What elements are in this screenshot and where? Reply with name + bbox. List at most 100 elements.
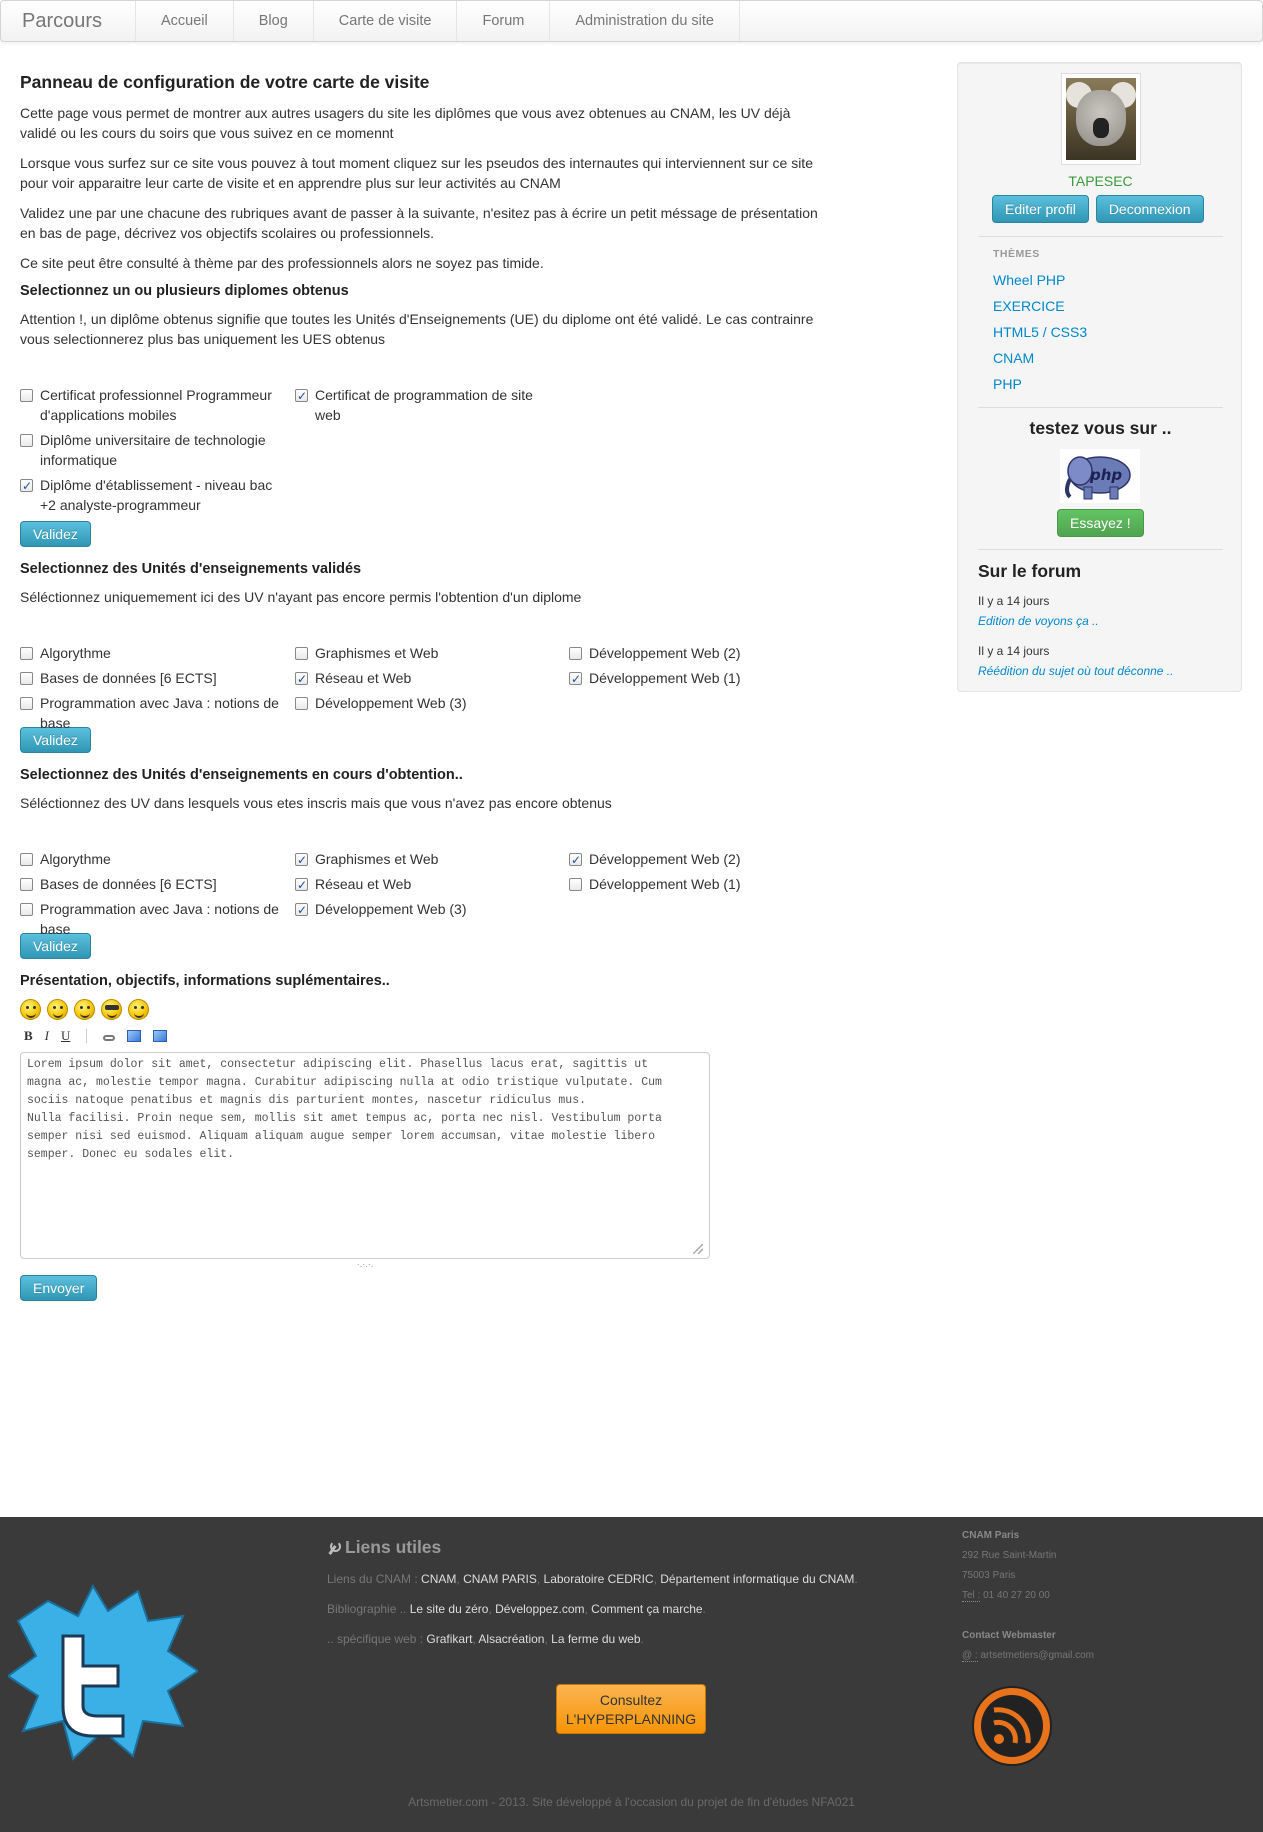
checkbox-item[interactable]: Développement Web (1) (569, 874, 831, 894)
envoyer-button[interactable]: Envoyer (20, 1275, 98, 1301)
theme-link[interactable]: EXERCICE (993, 298, 1065, 314)
smiley-thinking-icon[interactable] (128, 999, 149, 1020)
checkbox[interactable] (20, 697, 33, 710)
email-label: @ : (962, 1650, 978, 1662)
footer-link[interactable]: Le site du zéro (410, 1602, 489, 1616)
smiley-cool-icon[interactable] (101, 999, 122, 1020)
essayez-button[interactable]: Essayez ! (1057, 509, 1144, 537)
brand-logo[interactable]: Parcours (22, 10, 102, 33)
checkbox[interactable] (295, 900, 308, 920)
presentation-textarea[interactable]: Lorem ipsum dolor sit amet, consectetur … (20, 1052, 710, 1259)
checkbox-item[interactable]: Développement Web (2) (569, 849, 831, 870)
insert-image-icon[interactable] (127, 1030, 142, 1042)
diplomes-checkbox-list: Certificat professionnel Programmeur d'a… (20, 385, 830, 521)
checkbox[interactable] (20, 476, 33, 496)
checkbox[interactable] (20, 672, 33, 685)
insert-media-icon[interactable] (153, 1030, 168, 1042)
validez-diplomes-button[interactable]: Validez (20, 521, 91, 547)
checkbox-item[interactable]: Développement Web (1) (569, 668, 831, 689)
checkbox[interactable] (20, 389, 33, 402)
italic-button[interactable]: I (45, 1028, 49, 1044)
link-icon[interactable] (103, 1034, 116, 1041)
footer-link[interactable]: La ferme du web (551, 1632, 640, 1646)
checkbox-label: Diplôme d'établissement - niveau bac +2 … (40, 477, 273, 513)
checkbox-item[interactable]: Réseau et Web (295, 874, 557, 895)
nav-item-administration[interactable]: Administration du site (549, 1, 740, 41)
nav-item-accueil[interactable]: Accueil (135, 1, 233, 41)
checkbox-item[interactable]: Bases de données [6 ECTS] (20, 668, 282, 688)
checkbox[interactable] (295, 386, 308, 406)
hyperplanning-line2: L'HYPERPLANNING (565, 1711, 697, 1727)
checkbox-item[interactable]: Programmation avec Java : notions de bas… (20, 693, 282, 733)
edit-profile-button[interactable]: Editer profil (992, 195, 1089, 223)
uv-valides-heading: Selectionnez des Unités d'enseignements … (20, 561, 362, 577)
checkbox[interactable] (20, 853, 33, 866)
checkbox-item[interactable]: Certificat de programmation de site web (295, 385, 545, 425)
checkbox[interactable] (295, 850, 308, 870)
checkbox[interactable] (295, 875, 308, 895)
checkbox[interactable] (569, 878, 582, 891)
resize-handle[interactable]: ·.·.·. (20, 1259, 710, 1269)
forum-post-link[interactable]: Edition de voyons ça .. (978, 614, 1099, 628)
footer-link[interactable]: Alsacréation (478, 1632, 544, 1646)
theme-link[interactable]: CNAM (993, 350, 1034, 366)
checkbox[interactable] (295, 647, 308, 660)
checkbox-item[interactable]: Développement Web (3) (295, 693, 557, 713)
forum-post-link[interactable]: Réédition du sujet où tout déconne .. (978, 664, 1173, 678)
smiley-grin-icon[interactable] (74, 999, 95, 1020)
checkbox[interactable] (20, 647, 33, 660)
smiley-wink-icon[interactable] (20, 999, 41, 1020)
footer-link[interactable]: Comment ça marche (591, 1602, 702, 1616)
checkbox-item[interactable]: Diplôme d'établissement - niveau bac +2 … (20, 475, 282, 515)
footer-link[interactable]: CNAM (421, 1572, 456, 1586)
checkbox-item[interactable]: Développement Web (2) (569, 643, 831, 663)
nav-item-blog[interactable]: Blog (232, 1, 313, 41)
nav-item-forum[interactable]: Forum (456, 1, 549, 41)
checkbox-label: Algorythme (40, 645, 111, 661)
checkbox-item[interactable]: Bases de données [6 ECTS] (20, 874, 282, 894)
checkbox[interactable] (569, 850, 582, 870)
logout-button[interactable]: Deconnexion (1095, 195, 1204, 223)
php-elephant-icon[interactable]: php (1060, 449, 1140, 503)
checkbox[interactable] (295, 697, 308, 710)
footer-link[interactable]: Développez.com (495, 1602, 584, 1616)
checkbox-item[interactable]: Diplôme universitaire de technologie inf… (20, 430, 282, 470)
checkbox-item[interactable]: Algorythme (20, 643, 282, 663)
avatar[interactable] (1061, 73, 1141, 165)
koala-avatar-image (1066, 78, 1136, 160)
checkbox-item[interactable]: Développement Web (3) (295, 899, 557, 920)
email-address[interactable]: artsetmetiers@gmail.com (978, 1650, 1094, 1661)
page-title: Panneau de configuration de votre carte … (20, 72, 430, 92)
editor-text: Lorem ipsum dolor sit amet, consectetur … (27, 1058, 662, 1161)
checkbox-item[interactable]: Algorythme (20, 849, 282, 869)
checkbox[interactable] (20, 903, 33, 916)
checkbox[interactable] (295, 669, 308, 689)
checkbox-item[interactable]: Réseau et Web (295, 668, 557, 689)
footer-link[interactable]: Laboratoire CEDRIC (544, 1572, 654, 1586)
theme-link[interactable]: PHP (993, 376, 1022, 392)
checkbox-item[interactable]: Certificat professionnel Programmeur d'a… (20, 385, 282, 425)
footer-links-row: Bibliographie .. Le site du zéro, Dévelo… (327, 1602, 706, 1616)
checkbox[interactable] (569, 669, 582, 689)
bold-button[interactable]: B (24, 1028, 33, 1044)
forum-heading: Sur le forum (978, 561, 1082, 581)
hyperplanning-button[interactable]: Consultez L'HYPERPLANNING (556, 1684, 706, 1734)
underline-button[interactable]: U (61, 1028, 70, 1044)
theme-link[interactable]: HTML5 / CSS3 (993, 324, 1087, 340)
smiley-neutral-icon[interactable] (47, 999, 68, 1020)
checkbox-item[interactable]: Graphismes et Web (295, 849, 557, 870)
twitter-bird-icon[interactable] (8, 1581, 198, 1761)
checkbox-item[interactable]: Programmation avec Java : notions de bas… (20, 899, 282, 939)
checkbox-item[interactable]: Graphismes et Web (295, 643, 557, 663)
footer-link[interactable]: Grafikart (426, 1632, 472, 1646)
footer-link[interactable]: Département informatique du CNAM (660, 1572, 854, 1586)
rss-feed-icon[interactable] (971, 1685, 1053, 1767)
links-prefix: .. spécifique web : (327, 1632, 427, 1646)
checkbox[interactable] (20, 434, 33, 447)
nav-item-carte-de-visite[interactable]: Carte de visite (312, 1, 457, 41)
footer-link[interactable]: CNAM PARIS (463, 1572, 537, 1586)
checkbox[interactable] (20, 878, 33, 891)
resize-grip-icon[interactable] (693, 1244, 703, 1254)
checkbox[interactable] (569, 647, 582, 660)
theme-link[interactable]: Wheel PHP (993, 272, 1065, 288)
